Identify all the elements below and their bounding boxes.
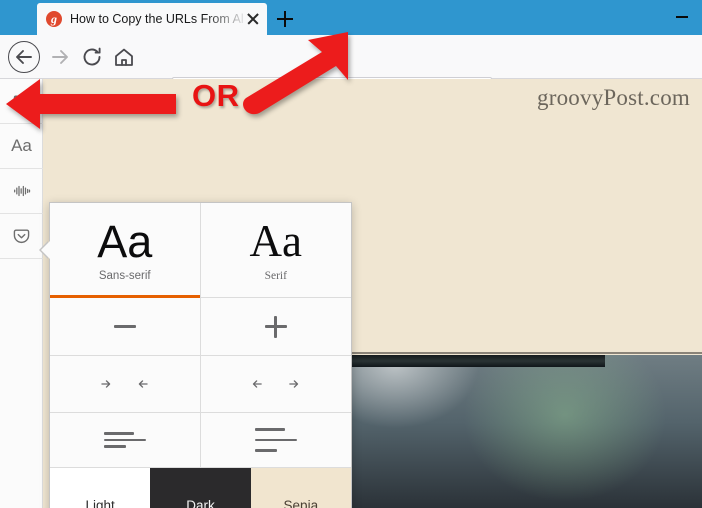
font-family-row: Aa Sans-serif Aa Serif	[50, 203, 351, 298]
panel-pointer-notch	[41, 241, 50, 259]
font-serif-option[interactable]: Aa Serif	[200, 203, 351, 298]
increase-line-height-button[interactable]	[200, 413, 351, 468]
reload-icon[interactable]	[80, 45, 104, 69]
reader-toolbar-rail: Aa	[0, 79, 43, 508]
theme-light-button[interactable]: Light	[50, 468, 151, 508]
forward-arrow-icon[interactable]	[48, 45, 72, 69]
increase-font-size-button[interactable]	[200, 298, 351, 356]
tab-title: How to Copy the URLs From All	[70, 12, 243, 26]
arrows-outward-icon	[251, 375, 300, 393]
theme-light-label: Light	[85, 498, 115, 508]
font-sans-serif-label: Sans-serif	[98, 269, 151, 282]
theme-sepia-button[interactable]: Sepia	[250, 468, 351, 508]
reader-view-page: Aa groovyPost.com Aa Sans-serif Aa Serif…	[0, 79, 702, 508]
tab-favicon: g	[46, 11, 62, 27]
decrease-font-size-button[interactable]	[50, 298, 201, 356]
browser-window: g How to Copy the URLs From All Aa groov…	[0, 0, 702, 508]
save-to-pocket-icon[interactable]	[0, 214, 43, 259]
browser-tab-active[interactable]: g How to Copy the URLs From All	[37, 3, 267, 35]
font-sans-serif-option[interactable]: Aa Sans-serif	[50, 203, 201, 298]
minimize-button[interactable]	[676, 16, 688, 18]
site-watermark: groovyPost.com	[537, 85, 690, 110]
narrow-content-width-button[interactable]	[50, 356, 201, 413]
line-height-row	[50, 413, 351, 468]
color-scheme-row: Light Dark Sepia	[50, 468, 351, 508]
content-width-row	[50, 356, 351, 413]
home-icon[interactable]	[112, 45, 136, 69]
theme-sepia-label: Sepia	[283, 498, 319, 508]
font-serif-label: Serif	[264, 269, 287, 282]
red-arrow-pointing-to-reader-button	[236, 26, 366, 125]
lines-tight-icon	[103, 432, 146, 448]
wide-content-width-button[interactable]	[200, 356, 351, 413]
arrows-inward-icon	[100, 375, 149, 393]
lines-loose-icon	[254, 428, 297, 452]
minus-icon	[113, 325, 136, 328]
close-icon[interactable]	[245, 11, 261, 27]
font-size-row	[50, 298, 351, 356]
theme-dark-label: Dark	[186, 498, 215, 508]
font-sample-serif: Aa	[249, 215, 302, 266]
theme-dark-button[interactable]: Dark	[150, 468, 251, 508]
plus-icon	[264, 315, 287, 338]
narrate-waveform-icon[interactable]	[0, 169, 43, 214]
font-sample-sans: Aa	[97, 215, 153, 267]
or-annotation-label: OR	[192, 78, 240, 113]
red-arrow-pointing-to-reader-exit	[0, 74, 180, 139]
aa-label: Aa	[11, 136, 32, 155]
back-arrow-icon[interactable]	[12, 45, 36, 69]
decrease-line-height-button[interactable]	[50, 413, 201, 468]
reader-type-controls-panel[interactable]: Aa Sans-serif Aa Serif Light Dark Sepia	[41, 202, 352, 508]
